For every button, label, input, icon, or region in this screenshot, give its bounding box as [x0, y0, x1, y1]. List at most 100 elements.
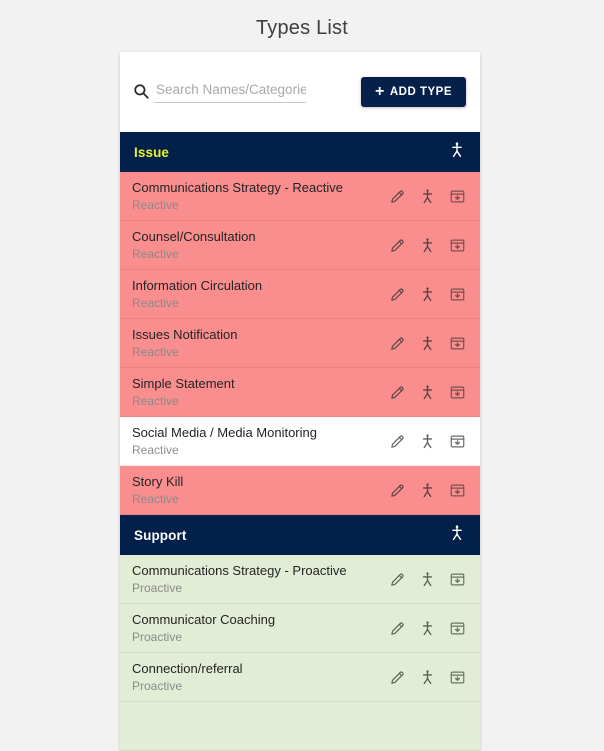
assign-person-button[interactable]	[419, 237, 436, 254]
archive-button[interactable]	[449, 188, 466, 205]
row-type-name: Communicator Coaching	[132, 611, 276, 627]
archive-button[interactable]	[449, 384, 466, 401]
table-row[interactable]: Connection/referral Proactive	[120, 653, 480, 702]
table-row[interactable]: Social Media / Media Monitoring Reactive	[120, 417, 480, 466]
group-header[interactable]: Support	[120, 515, 480, 555]
edit-button[interactable]	[389, 384, 406, 401]
archive-down-arrow-icon	[449, 188, 466, 205]
archive-button[interactable]	[449, 669, 466, 686]
row-category: Reactive	[132, 197, 179, 212]
row-type-name: Simple Statement	[132, 375, 235, 391]
table-row[interactable]: Issues Notification Reactive	[120, 319, 480, 368]
pencil-icon	[389, 286, 406, 303]
list-toolbar: + ADD TYPE	[120, 52, 480, 132]
row-category: Reactive	[132, 246, 179, 261]
table-row[interactable]: Communicator Coaching Proactive	[120, 604, 480, 653]
person-icon	[419, 286, 436, 303]
table-row[interactable]: Information Circulation Reactive	[120, 270, 480, 319]
row-type-name: Communications Strategy - Proactive	[132, 562, 347, 578]
search-box[interactable]	[132, 81, 306, 103]
assign-person-button[interactable]	[419, 669, 436, 686]
row-actions	[389, 620, 466, 637]
person-icon	[419, 482, 436, 499]
row-text-block: Connection/referral Proactive	[132, 661, 243, 694]
row-category: Reactive	[132, 344, 179, 359]
table-row[interactable]: Counsel/Consultation Reactive	[120, 221, 480, 270]
row-actions	[389, 571, 466, 588]
person-icon	[419, 384, 436, 401]
row-text-block: Story Kill Reactive	[132, 474, 183, 507]
table-row[interactable]: Simple Statement Reactive	[120, 368, 480, 417]
edit-button[interactable]	[389, 482, 406, 499]
row-category: Reactive	[132, 393, 179, 408]
pencil-icon	[389, 335, 406, 352]
row-type-name: Story Kill	[132, 473, 184, 489]
person-icon	[419, 433, 436, 450]
person-icon	[419, 188, 436, 205]
group-assign-person-icon[interactable]	[448, 141, 466, 164]
table-row[interactable]: Communications Strategy - Reactive Reacti…	[120, 172, 480, 221]
group-assign-person-icon[interactable]	[448, 524, 466, 547]
row-actions	[389, 433, 466, 450]
row-text-block: Communications Strategy - Proactive Proac…	[132, 563, 347, 596]
archive-down-arrow-icon	[449, 669, 466, 686]
row-text-block: Information Circulation Reactive	[132, 278, 262, 311]
assign-person-button[interactable]	[419, 335, 436, 352]
types-groups: Issue Communications Strategy - Reactive R…	[120, 132, 480, 751]
row-category: Reactive	[132, 491, 179, 506]
edit-button[interactable]	[389, 620, 406, 637]
search-input[interactable]	[154, 81, 306, 103]
row-text-block: Communications Strategy - Reactive Reacti…	[132, 180, 343, 213]
row-type-name: Information Circulation	[132, 277, 263, 293]
row-type-name: Counsel/Consultation	[132, 228, 256, 244]
table-row[interactable]	[120, 702, 480, 751]
archive-button[interactable]	[449, 335, 466, 352]
edit-button[interactable]	[389, 433, 406, 450]
person-icon	[419, 571, 436, 588]
pencil-icon	[389, 188, 406, 205]
row-text-block: Communicator Coaching Proactive	[132, 612, 275, 645]
table-row[interactable]: Communications Strategy - Proactive Proac…	[120, 555, 480, 604]
row-text-block: Simple Statement Reactive	[132, 376, 235, 409]
pencil-icon	[389, 433, 406, 450]
archive-button[interactable]	[449, 571, 466, 588]
archive-down-arrow-icon	[449, 433, 466, 450]
table-row[interactable]: Story Kill Reactive	[120, 466, 480, 515]
assign-person-button[interactable]	[419, 482, 436, 499]
assign-person-button[interactable]	[419, 620, 436, 637]
assign-person-button[interactable]	[419, 286, 436, 303]
assign-person-button[interactable]	[419, 384, 436, 401]
assign-person-button[interactable]	[419, 188, 436, 205]
archive-button[interactable]	[449, 237, 466, 254]
archive-down-arrow-icon	[449, 384, 466, 401]
row-category: Proactive	[132, 629, 183, 644]
assign-person-button[interactable]	[419, 571, 436, 588]
edit-button[interactable]	[389, 571, 406, 588]
edit-button[interactable]	[389, 188, 406, 205]
person-icon	[419, 335, 436, 352]
archive-down-arrow-icon	[449, 335, 466, 352]
plus-icon: +	[375, 82, 385, 100]
add-type-button-label: ADD TYPE	[389, 86, 452, 98]
pencil-icon	[389, 669, 406, 686]
row-text-block: Counsel/Consultation Reactive	[132, 229, 256, 262]
edit-button[interactable]	[389, 669, 406, 686]
archive-button[interactable]	[449, 482, 466, 499]
page-title: Types List	[255, 17, 349, 39]
group-header-label: Support	[134, 527, 187, 543]
pencil-icon	[389, 620, 406, 637]
edit-button[interactable]	[389, 335, 406, 352]
archive-button[interactable]	[449, 620, 466, 637]
group-header[interactable]: Issue	[120, 132, 480, 172]
row-type-name: Communications Strategy - Reactive	[132, 179, 343, 195]
archive-button[interactable]	[449, 286, 466, 303]
archive-down-arrow-icon	[449, 571, 466, 588]
edit-button[interactable]	[389, 286, 406, 303]
edit-button[interactable]	[389, 237, 406, 254]
archive-button[interactable]	[449, 433, 466, 450]
add-type-button[interactable]: + ADD TYPE	[361, 77, 466, 107]
row-actions	[389, 482, 466, 499]
row-type-name: Social Media / Media Monitoring	[132, 424, 317, 440]
assign-person-button[interactable]	[419, 433, 436, 450]
row-actions	[389, 188, 466, 205]
